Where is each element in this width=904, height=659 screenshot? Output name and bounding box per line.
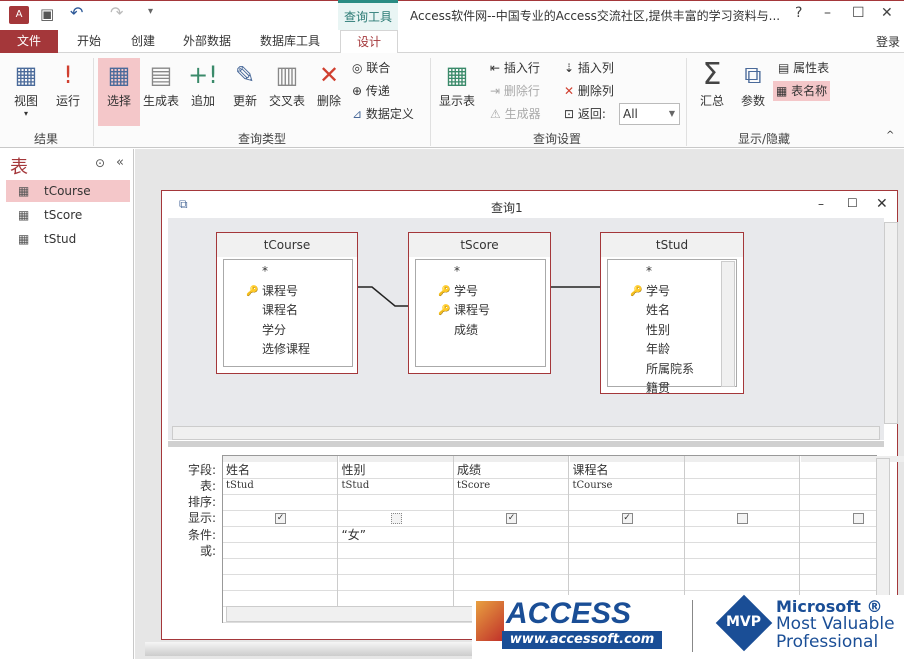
field-list-title: tStud xyxy=(601,233,743,257)
access-logo-squares xyxy=(476,601,504,641)
grid-row-label: 表: xyxy=(168,478,216,494)
grid-sort-cell[interactable] xyxy=(453,494,568,510)
watermark-url: www.accessoft.com xyxy=(502,631,662,649)
field-name: 课程号 xyxy=(262,284,298,298)
field-list-tstud[interactable]: tStud * 🔑 学号姓名性别年龄所属院系籍贯 xyxy=(600,232,744,394)
grid-table-cell[interactable]: tStud xyxy=(338,478,453,494)
field-item[interactable]: 选修课程 xyxy=(224,340,352,360)
field-item[interactable]: 年龄 xyxy=(608,340,736,360)
field-item[interactable]: 🔑 学号 xyxy=(416,282,545,302)
field-item[interactable]: * xyxy=(224,262,352,282)
grid-criteria-cell[interactable] xyxy=(569,527,684,543)
field-name: 学号 xyxy=(646,284,670,298)
grid-horizontal-scrollbar[interactable] xyxy=(226,606,476,622)
field-name: 性别 xyxy=(646,323,670,337)
field-list-tscore[interactable]: tScore * 🔑 学号 🔑 课程号成绩 xyxy=(408,232,551,374)
grid-criteria-cell[interactable]: “女” xyxy=(338,527,453,543)
grid-sort-cell[interactable] xyxy=(338,494,453,510)
field-item[interactable]: 籍贯 xyxy=(608,379,736,399)
grid-criteria-cell[interactable] xyxy=(684,527,799,543)
field-item[interactable]: 🔑 课程号 xyxy=(416,301,545,321)
grid-field-cell[interactable]: 性别 xyxy=(338,462,453,478)
field-list-title: tScore xyxy=(409,233,550,257)
show-checkbox[interactable] xyxy=(853,513,864,524)
grid-table-cell[interactable] xyxy=(684,478,799,494)
field-item[interactable]: 课程名 xyxy=(224,301,352,321)
primary-key-icon: 🔑 xyxy=(438,301,450,321)
grid-row-label: 排序: xyxy=(168,494,216,510)
field-name: 年龄 xyxy=(646,342,670,356)
primary-key-icon: 🔑 xyxy=(630,282,642,302)
field-name: 姓名 xyxy=(646,303,670,317)
primary-key-icon: 🔑 xyxy=(246,282,258,302)
workspace-scrollbar[interactable] xyxy=(145,642,475,656)
field-item[interactable]: 🔑 课程号 xyxy=(224,282,352,302)
field-item[interactable]: 性别 xyxy=(608,321,736,341)
grid-sort-cell[interactable] xyxy=(222,494,337,510)
field-item[interactable]: * xyxy=(416,262,545,282)
field-list-tcourse[interactable]: tCourse * 🔑 课程号课程名学分选修课程 xyxy=(216,232,358,374)
field-list-scrollbar[interactable] xyxy=(721,261,735,387)
field-name: 所属院系 xyxy=(646,362,694,376)
field-name: 学号 xyxy=(454,284,478,298)
watermark-banner: ACCESS www.accessoft.com MVP Microsoft ®… xyxy=(472,595,904,659)
grid-sort-cell[interactable] xyxy=(569,494,684,510)
grid-row-label: 或: xyxy=(168,543,216,559)
grid-table-cell[interactable]: tStud xyxy=(222,478,337,494)
grid-table-cell[interactable]: tScore xyxy=(453,478,568,494)
grid-field-cell[interactable]: 成绩 xyxy=(453,462,568,478)
grid-table-cell[interactable]: tCourse xyxy=(569,478,684,494)
grid-criteria-cell[interactable] xyxy=(453,527,568,543)
show-checkbox[interactable]: ✓ xyxy=(622,513,633,524)
watermark-line3: Professional xyxy=(776,633,878,652)
grid-or-cell[interactable] xyxy=(684,543,799,559)
show-checkbox[interactable]: ✓ xyxy=(506,513,517,524)
grid-sort-cell[interactable] xyxy=(684,494,799,510)
grid-field-cell[interactable]: 姓名 xyxy=(222,462,337,478)
join-line-course-score xyxy=(357,287,408,306)
grid-or-cell[interactable] xyxy=(222,543,337,559)
mvp-badge: MVP xyxy=(726,614,761,630)
field-item[interactable]: 成绩 xyxy=(416,321,545,341)
show-checkbox[interactable]: ✓ xyxy=(275,513,286,524)
grid-row-label: 字段: xyxy=(168,462,216,478)
field-name: 学分 xyxy=(262,323,286,337)
grid-or-cell[interactable] xyxy=(338,543,453,559)
grid-or-cell[interactable] xyxy=(569,543,684,559)
grid-or-cell[interactable] xyxy=(453,543,568,559)
grid-field-cell[interactable] xyxy=(684,462,799,478)
field-name: * xyxy=(646,264,652,278)
field-item[interactable]: 🔑 学号 xyxy=(608,282,736,302)
field-item[interactable]: 所属院系 xyxy=(608,360,736,380)
field-item[interactable]: 姓名 xyxy=(608,301,736,321)
show-checkbox[interactable] xyxy=(737,513,748,524)
field-name: * xyxy=(262,264,268,278)
show-checkbox[interactable] xyxy=(391,513,402,524)
field-name: 选修课程 xyxy=(262,342,310,356)
field-name: 课程名 xyxy=(262,303,298,317)
field-name: 籍贯 xyxy=(646,381,670,395)
field-name: 课程号 xyxy=(454,303,490,317)
field-item[interactable]: * xyxy=(608,262,736,282)
field-item[interactable]: 学分 xyxy=(224,321,352,341)
grid-vertical-scrollbar[interactable] xyxy=(876,458,890,598)
grid-field-cell[interactable]: 课程名 xyxy=(569,462,684,478)
field-list-title: tCourse xyxy=(217,233,357,257)
field-name: 成绩 xyxy=(454,323,478,337)
grid-row-label: 条件: xyxy=(168,527,216,543)
grid-criteria-cell[interactable] xyxy=(222,527,337,543)
grid-row-label: 显示: xyxy=(168,510,216,526)
watermark-brand: ACCESS xyxy=(506,597,631,631)
field-name: * xyxy=(454,264,460,278)
primary-key-icon: 🔑 xyxy=(438,282,450,302)
